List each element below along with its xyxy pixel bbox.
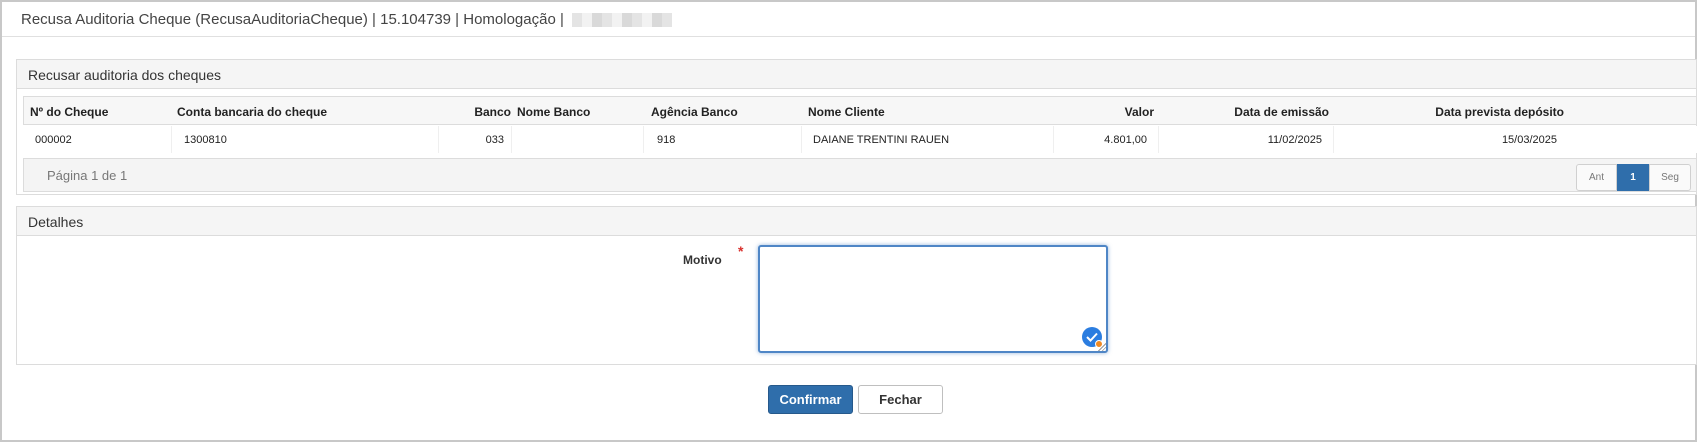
cell-numero-cheque: 000002 <box>35 134 72 146</box>
grid-header: Nº do Cheque Conta bancaria do cheque Ba… <box>23 96 1697 125</box>
column-divider <box>171 126 172 153</box>
column-divider <box>438 126 439 153</box>
cell-banco: 033 <box>485 134 504 146</box>
column-divider <box>1053 126 1054 153</box>
pagination-bar: Página 1 de 1 Ant 1 Seg <box>23 158 1697 192</box>
cell-valor: 4.801,00 <box>1104 134 1147 146</box>
details-panel-header: Detalhes <box>17 207 1696 236</box>
column-header-numero-cheque[interactable]: Nº do Cheque <box>30 105 108 119</box>
cheques-panel-title: Recusar auditoria dos cheques <box>28 67 222 83</box>
motivo-textarea[interactable] <box>758 245 1108 353</box>
cell-conta-bancaria: 1300810 <box>184 134 227 146</box>
column-header-nome-cliente[interactable]: Nome Cliente <box>808 105 885 119</box>
column-header-valor[interactable]: Valor <box>1074 105 1154 119</box>
details-panel-title: Detalhes <box>28 214 84 230</box>
cheques-panel: Recusar auditoria dos cheques Nº do Cheq… <box>16 59 1697 195</box>
cell-nome-cliente: DAIANE TRENTINI RAUEN <box>813 134 950 146</box>
column-divider <box>643 126 644 153</box>
column-divider <box>1333 126 1334 153</box>
column-header-data-prevista-deposito[interactable]: Data prevista depósito <box>1384 105 1564 119</box>
window-title-text: Recusa Auditoria Cheque (RecusaAuditoria… <box>21 11 564 28</box>
cheques-panel-header: Recusar auditoria dos cheques <box>17 60 1696 89</box>
column-header-nome-banco[interactable]: Nome Banco <box>517 105 590 119</box>
column-header-conta-bancaria[interactable]: Conta bancaria do cheque <box>177 105 327 119</box>
column-divider <box>1158 126 1159 153</box>
title-bar: Recusa Auditoria Cheque (RecusaAuditoria… <box>2 2 1695 37</box>
current-page-button[interactable]: 1 <box>1617 164 1649 191</box>
column-header-agencia-banco[interactable]: Agência Banco <box>651 105 738 119</box>
previous-page-button[interactable]: Ant <box>1576 164 1617 191</box>
redacted-user-info <box>572 13 673 28</box>
column-header-data-emissao[interactable]: Data de emissão <box>1194 105 1329 119</box>
motivo-label: Motivo <box>683 253 722 267</box>
window-title: Recusa Auditoria Cheque (RecusaAuditoria… <box>21 11 673 28</box>
resize-handle-icon[interactable] <box>1098 343 1106 351</box>
pagination-info: Página 1 de 1 <box>47 168 128 183</box>
cell-data-prevista-deposito: 15/03/2025 <box>1501 134 1557 146</box>
pagination-buttons: Ant 1 Seg <box>1576 164 1691 191</box>
cell-agencia-banco: 918 <box>657 134 676 146</box>
column-divider <box>511 126 512 153</box>
close-button[interactable]: Fechar <box>858 385 943 414</box>
confirm-button[interactable]: Confirmar <box>768 385 853 414</box>
required-indicator: * <box>738 243 744 259</box>
cell-data-emissao: 11/02/2025 <box>1267 134 1322 146</box>
motivo-field-wrapper <box>758 245 1108 353</box>
table-row[interactable]: 000002 1300810 033 918 DAIANE TRENTINI R… <box>23 126 1697 153</box>
column-header-banco[interactable]: Banco <box>454 105 511 119</box>
column-divider <box>801 126 802 153</box>
next-page-button[interactable]: Seg <box>1649 164 1691 191</box>
